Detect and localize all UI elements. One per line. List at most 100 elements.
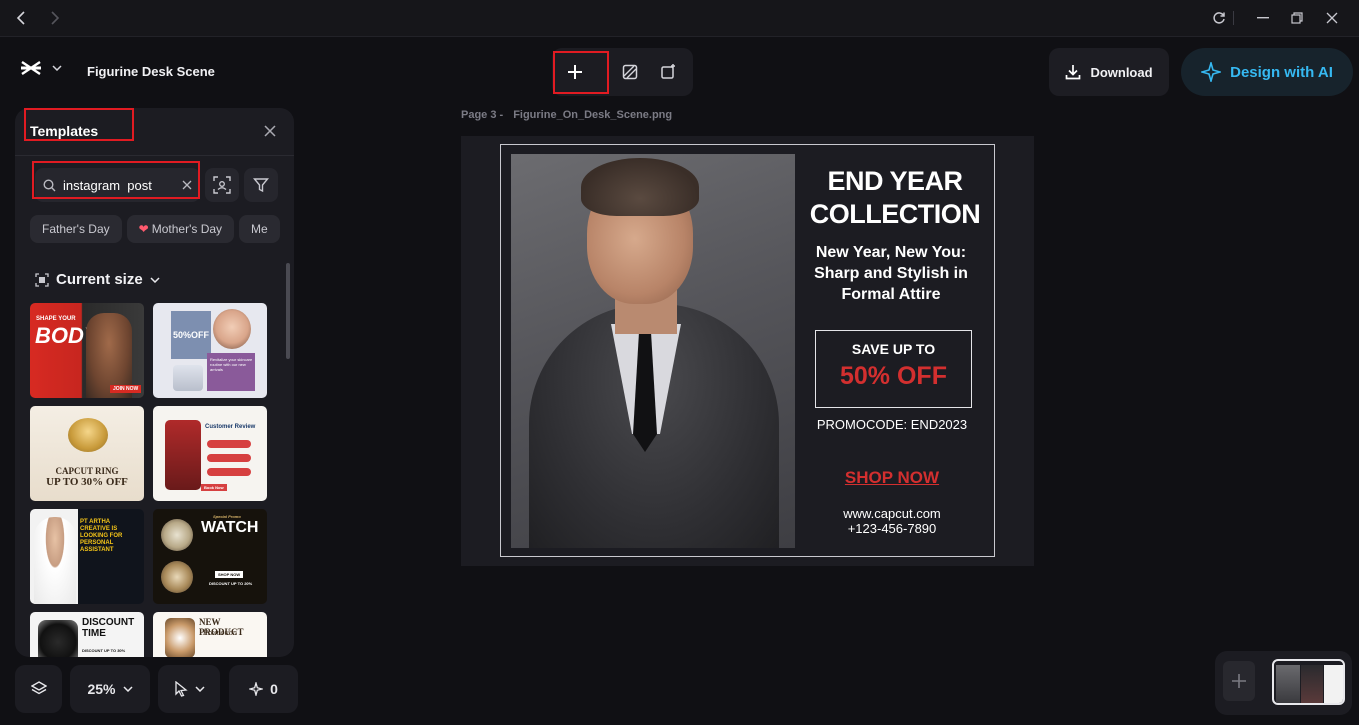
- forward-icon[interactable]: [42, 6, 68, 30]
- page-thumbnail[interactable]: [1272, 659, 1345, 705]
- layers-button[interactable]: [15, 665, 62, 713]
- template-title: DISCOUNT TIME: [82, 617, 135, 639]
- template-card[interactable]: Customer Review Book Now: [153, 406, 267, 501]
- zoom-dropdown[interactable]: 25%: [70, 665, 150, 713]
- resize-icon: [661, 64, 675, 79]
- template-title: CAPCUT RING: [55, 466, 119, 476]
- design-subtitle-line2[interactable]: Sharp and Stylish in: [791, 265, 991, 283]
- template-title: Customer Review: [205, 424, 256, 430]
- template-product: [161, 519, 193, 551]
- project-title[interactable]: Figurine Desk Scene: [87, 64, 215, 79]
- chip-fathers-day[interactable]: Father's Day: [30, 215, 122, 243]
- search-value: instagram post: [63, 177, 152, 193]
- template-product: [161, 561, 193, 593]
- plus-icon: [1232, 674, 1246, 688]
- website[interactable]: www.capcut.com: [792, 506, 992, 521]
- filter-icon: [253, 178, 269, 193]
- template-card[interactable]: 50%OFF Revitalize your skincare routine …: [153, 303, 267, 398]
- design-title-line1[interactable]: END YEAR: [795, 166, 995, 197]
- shop-now-link[interactable]: SHOP NOW: [792, 468, 992, 488]
- add-page-button[interactable]: [555, 52, 595, 92]
- design-subtitle-line3[interactable]: Formal Attire: [791, 286, 991, 304]
- background-icon: [622, 64, 638, 80]
- template-card[interactable]: CAPCUT RING UP TO 30% OFF: [30, 406, 144, 501]
- zoom-value: 25%: [87, 681, 116, 697]
- template-bar: [207, 440, 251, 448]
- close-window-icon[interactable]: [1319, 6, 1345, 30]
- template-product: [173, 365, 203, 391]
- template-cta: Book Now: [201, 484, 227, 491]
- refresh-icon[interactable]: [1206, 6, 1232, 30]
- panel-scrollbar[interactable]: [286, 263, 290, 359]
- divider: [15, 155, 294, 156]
- template-card[interactable]: Special Promo WATCH SHOP NOW DISCOUNT UP…: [153, 509, 267, 604]
- download-icon: [1066, 65, 1081, 80]
- template-title: 50%OFF: [173, 330, 210, 340]
- download-button[interactable]: Download: [1049, 48, 1169, 96]
- design-title-line2[interactable]: COLLECTION: [795, 199, 995, 230]
- pages-preview: [1215, 651, 1352, 715]
- template-title: PT ARTHA CREATIVE IS LOOKING FOR PERSONA…: [80, 519, 123, 553]
- chevron-down-icon: [150, 276, 160, 283]
- search-icon: [43, 178, 56, 191]
- close-icon[interactable]: [261, 122, 279, 140]
- template-product: [165, 618, 195, 657]
- template-card[interactable]: SHAPE YOUR BODY JOIN NOW: [30, 303, 144, 398]
- ai-label: Design with AI: [1230, 63, 1333, 81]
- restore-icon[interactable]: [1284, 6, 1310, 30]
- design-subtitle-line1[interactable]: New Year, New You:: [791, 244, 991, 262]
- chip-mothers-day[interactable]: ❤ Mother's Day: [126, 215, 235, 243]
- template-subtitle: UP TO 30% OFF: [46, 476, 128, 488]
- image-search-icon: [213, 176, 231, 194]
- plus-icon: [568, 65, 582, 79]
- brand-menu[interactable]: [20, 60, 62, 76]
- template-bar: [207, 454, 251, 462]
- promocode[interactable]: PROMOCODE: END2023: [792, 417, 992, 432]
- template-subtitle: Promotion: [203, 628, 237, 637]
- design-canvas[interactable]: END YEAR COLLECTION New Year, New You: S…: [461, 136, 1034, 566]
- photo-hair: [581, 158, 699, 216]
- model-photo[interactable]: [511, 154, 795, 548]
- template-bar: [207, 468, 251, 476]
- filter-button[interactable]: [244, 168, 278, 202]
- template-subtitle: Revitalize your skincare routine with ou…: [210, 357, 253, 372]
- add-page-thumbnail-button[interactable]: [1223, 661, 1255, 701]
- discount-value: 50% OFF: [840, 362, 947, 390]
- template-product: [68, 418, 108, 452]
- template-card[interactable]: NEW PRODUCT Promotion: [153, 612, 267, 657]
- save-label: SAVE UP TO: [851, 341, 936, 357]
- title-bar: [0, 0, 1359, 37]
- resize-button[interactable]: [648, 52, 688, 92]
- minimize-icon[interactable]: [1250, 6, 1276, 30]
- ai-sparkle-icon: [1201, 62, 1222, 82]
- template-cta: JOIN NOW: [110, 385, 142, 393]
- template-title: WATCH: [201, 519, 259, 536]
- heart-icon: ❤: [138, 222, 149, 236]
- search-input[interactable]: instagram post: [35, 168, 200, 202]
- thumbnail-photo: [1324, 665, 1343, 703]
- design-with-ai-button[interactable]: Design with AI: [1181, 48, 1353, 96]
- page-number: Page 3 -: [461, 109, 504, 121]
- template-subtitle: SHAPE YOUR: [36, 316, 76, 322]
- layers-icon: [30, 681, 47, 695]
- clear-search-icon[interactable]: [182, 180, 192, 190]
- discount-box[interactable]: SAVE UP TO 50% OFF: [815, 330, 972, 408]
- phone[interactable]: +123-456-7890: [792, 521, 992, 536]
- templates-panel: Templates instagram post Father's Day ❤ Mo…: [15, 108, 294, 657]
- back-icon[interactable]: [8, 6, 34, 30]
- chip-more[interactable]: Me: [239, 215, 280, 243]
- current-size-dropdown[interactable]: Current size: [35, 271, 160, 288]
- image-search-button[interactable]: [205, 168, 239, 202]
- template-card[interactable]: PT ARTHA CREATIVE IS LOOKING FOR PERSONA…: [30, 509, 144, 604]
- chevron-down-icon: [194, 686, 205, 692]
- thumbnail-photo: [1276, 665, 1300, 703]
- page-label: Page 3 - Figurine_On_Desk_Scene.png: [461, 109, 682, 121]
- ai-credits-button[interactable]: 0: [229, 665, 298, 713]
- download-label: Download: [1090, 64, 1153, 80]
- current-size-label: Current size: [56, 271, 143, 288]
- template-card[interactable]: DISCOUNT TIME DISCOUNT UP TO 30%: [30, 612, 144, 657]
- sparkle-icon: [249, 682, 264, 696]
- separator: [1232, 6, 1234, 30]
- pointer-tool-dropdown[interactable]: [158, 665, 220, 713]
- background-button[interactable]: [610, 52, 650, 92]
